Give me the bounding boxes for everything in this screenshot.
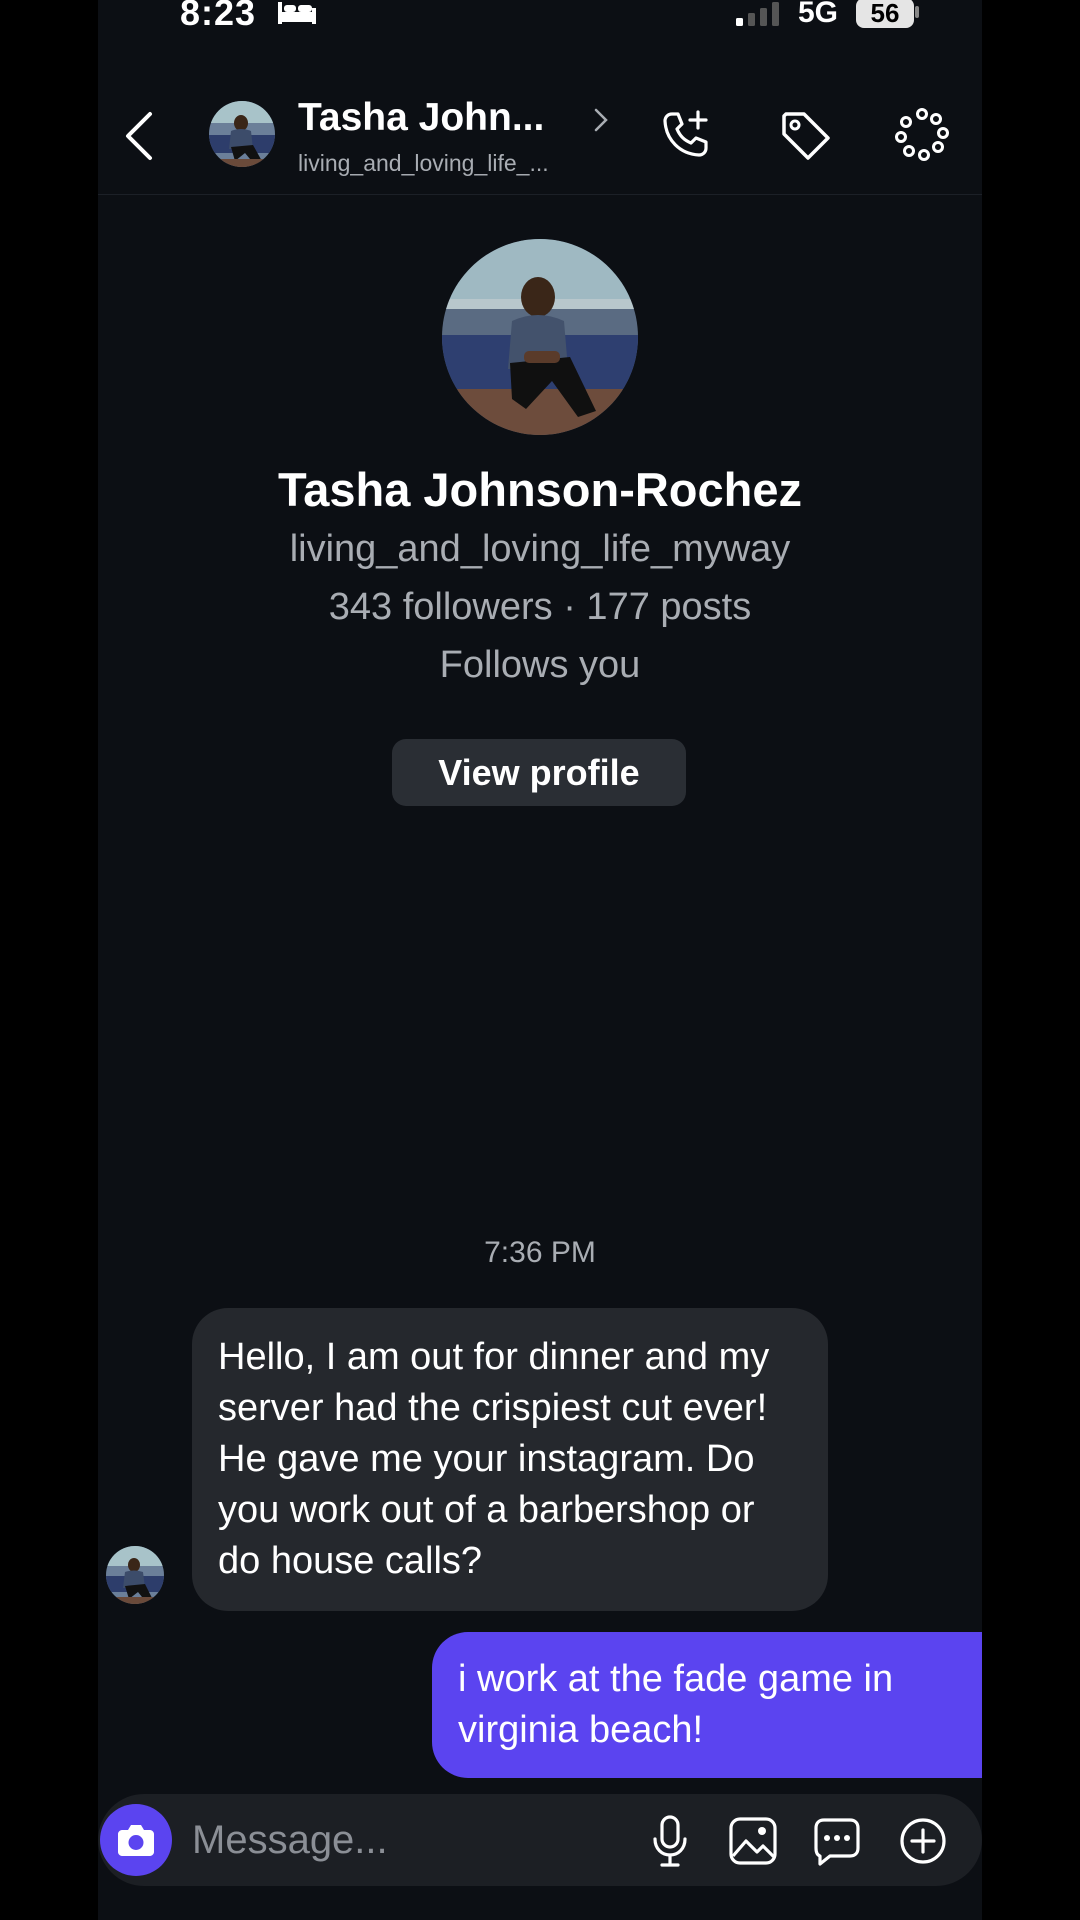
profile-name: Tasha Johnson-Rochez: [277, 463, 803, 516]
header-avatar[interactable]: [209, 101, 275, 167]
network-type: 5G: [798, 0, 839, 29]
outgoing-message-bubble[interactable]: i work at the fade game in virginia beac…: [432, 1632, 982, 1778]
status-time: 8:23: [180, 0, 257, 33]
back-arrow-icon[interactable]: [120, 108, 160, 164]
dm-screen: 8:23 5G 56 Tasha John... living_and_lovi…: [98, 0, 982, 1920]
profile-stats: 343 followers · 177 posts: [328, 586, 752, 628]
header-divider: [98, 194, 982, 195]
microphone-icon[interactable]: [650, 1813, 690, 1869]
add-call-icon[interactable]: [660, 108, 712, 160]
signal-icon: [736, 2, 779, 26]
profile-username: living_and_loving_life_myway: [289, 528, 791, 570]
sender-avatar[interactable]: [106, 1546, 164, 1604]
bed-icon: [278, 2, 316, 24]
dots-circle-icon[interactable]: [894, 108, 950, 162]
tag-icon[interactable]: [778, 108, 832, 162]
header-username: living_and_loving_life_...: [298, 150, 549, 176]
chevron-right-icon: [594, 108, 608, 132]
add-circle-icon[interactable]: [898, 1816, 948, 1866]
battery-nub: [915, 6, 919, 18]
battery-indicator: 56: [856, 0, 914, 28]
incoming-message-bubble[interactable]: Hello, I am out for dinner and my server…: [192, 1308, 828, 1611]
sticker-icon[interactable]: [812, 1816, 862, 1866]
camera-button[interactable]: [100, 1804, 172, 1876]
view-profile-button[interactable]: View profile: [392, 739, 686, 806]
message-timestamp: 7:36 PM: [484, 1236, 596, 1269]
camera-icon: [118, 1825, 154, 1856]
message-input[interactable]: [192, 1812, 592, 1868]
gallery-icon[interactable]: [728, 1816, 778, 1866]
follows-you-label: Follows you: [439, 644, 641, 686]
header-contact-name[interactable]: Tasha John...: [298, 96, 544, 140]
profile-avatar[interactable]: [442, 239, 638, 435]
